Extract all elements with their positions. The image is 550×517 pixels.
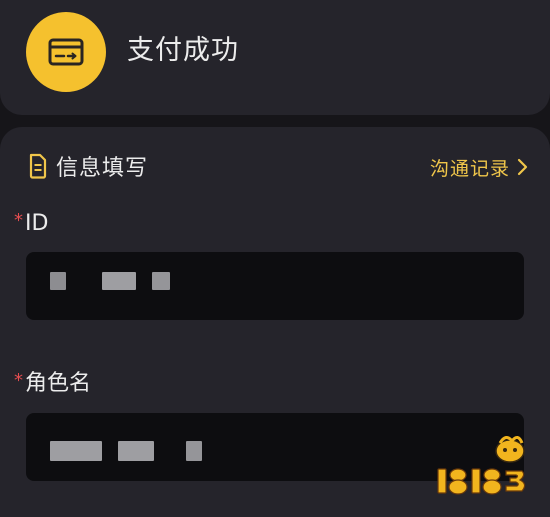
payment-status-icon-badge [26,12,106,92]
masked-value-block [50,272,66,290]
section-header: 信息填写 [28,150,148,182]
payment-success-page: 支付成功 信息填写 沟通记录 * ID * 角色名 [0,0,550,517]
watermark-logo [437,436,526,495]
chevron-right-icon [517,158,528,176]
payment-status-title: 支付成功 [127,35,239,66]
chat-log-link[interactable]: 沟通记录 [430,152,528,182]
payment-status-card: 支付成功 [0,0,550,115]
chat-log-label: 沟通记录 [429,157,510,180]
id-input[interactable] [26,252,524,320]
role-name-field-label: 角色名 [25,371,92,396]
section-title: 信息填写 [56,156,149,181]
payment-card-icon [48,38,84,66]
masked-value-block [152,272,170,290]
masked-value-block [102,272,136,290]
masked-value-block [186,441,202,461]
required-marker: * [14,210,23,231]
required-marker: * [14,370,23,391]
masked-value-block [118,441,154,461]
id-field-label-row: * ID [14,210,48,238]
id-field-label: ID [25,211,49,236]
masked-value-block [50,441,102,461]
document-icon [29,153,47,179]
role-name-field-label-row: * 角色名 [14,370,91,398]
